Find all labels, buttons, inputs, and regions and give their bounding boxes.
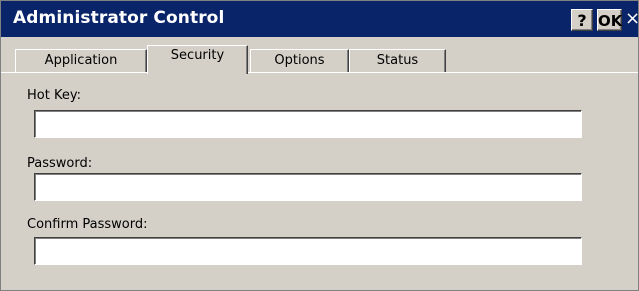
window-title: Administrator Control [13,8,225,28]
title-bar: Administrator Control ? OK × [1,1,639,37]
help-button[interactable]: ? [571,9,593,31]
tab-security[interactable]: Security [147,45,248,74]
hot-key-label: Hot Key: [27,88,81,103]
tab-status[interactable]: Status [349,49,446,72]
administrator-control-window: Administrator Control ? OK × Application… [0,0,639,291]
password-input[interactable] [34,173,582,201]
ok-button[interactable]: OK [597,9,622,31]
password-label: Password: [27,156,93,171]
tab-application[interactable]: Application [15,49,147,72]
close-icon[interactable]: × [625,6,639,32]
hot-key-input[interactable] [34,110,582,138]
confirm-password-input[interactable] [34,237,582,265]
tab-strip: Application Security Options Status [1,37,638,74]
tab-options[interactable]: Options [250,49,349,72]
security-panel: Hot Key: Password: Confirm Password: [1,73,638,290]
confirm-password-label: Confirm Password: [27,217,148,232]
